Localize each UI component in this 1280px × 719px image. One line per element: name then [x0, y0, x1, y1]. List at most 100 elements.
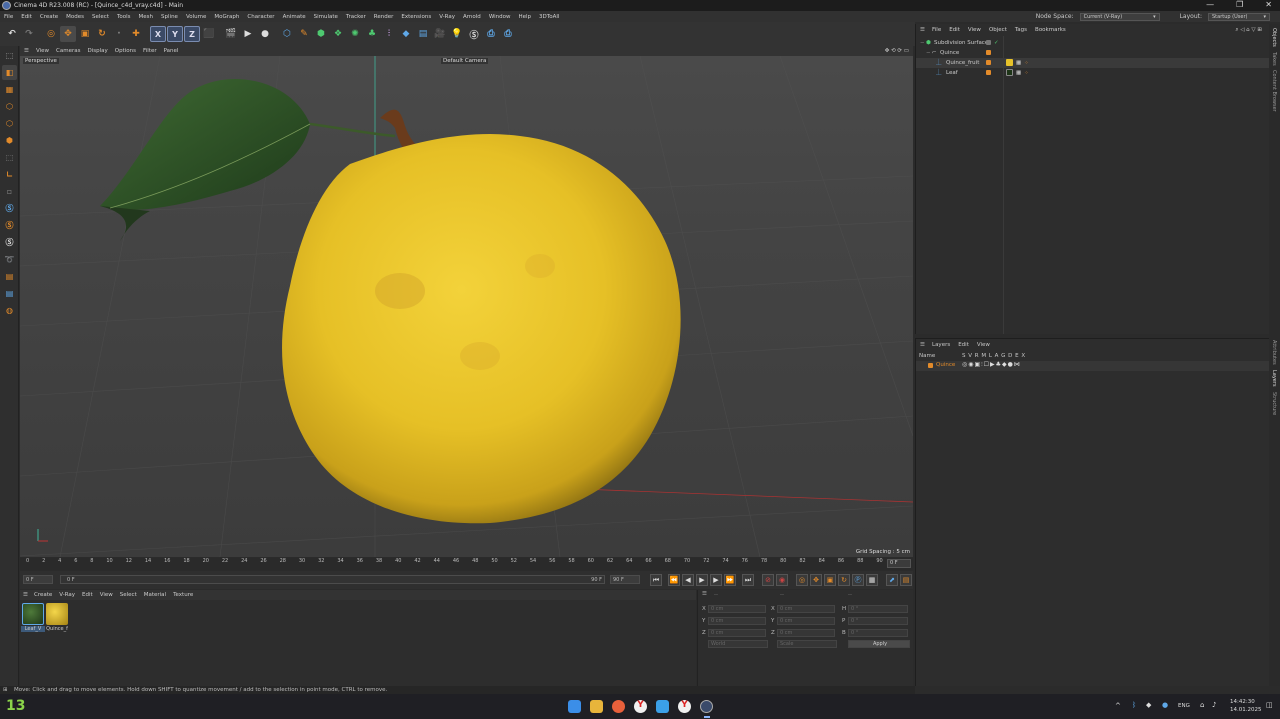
tray-overflow-icon[interactable]: ^	[1115, 702, 1121, 710]
viewport-menu-view[interactable]: View	[36, 48, 49, 54]
tray-app-icon[interactable]: ◆	[1146, 701, 1151, 709]
object-row-quince[interactable]: − ⌐ Quince	[916, 48, 1270, 58]
tray-cloud-icon[interactable]: ●	[1162, 701, 1168, 709]
menu-mesh[interactable]: Mesh	[135, 14, 157, 20]
menu-help[interactable]: Help	[515, 14, 536, 20]
play-icon[interactable]: ▶	[696, 574, 708, 586]
enabled-check-icon[interactable]: ✓	[994, 38, 999, 48]
select-tool-icon[interactable]: ◎	[43, 26, 59, 42]
clock-time[interactable]: 14:42:30	[1230, 699, 1255, 705]
layer-color-swatch[interactable]	[986, 50, 991, 55]
layer-menu-view[interactable]: View	[977, 342, 990, 348]
node-space-dropdown[interactable]: Current (V-Ray) ▾	[1079, 12, 1160, 21]
expand-icon[interactable]: −	[926, 48, 931, 58]
model-mode-icon[interactable]: ◧	[2, 65, 17, 80]
coord-options-icon[interactable]: ☰	[702, 591, 707, 597]
material-options-icon[interactable]: ☰	[23, 592, 28, 598]
scale-tool-icon[interactable]: ▣	[77, 26, 93, 42]
object-search-icons[interactable]: ⌕ ◁ ⌂ ▽ ⊞	[1235, 27, 1262, 34]
windows-start-icon[interactable]	[568, 700, 581, 713]
tab-content-browser[interactable]: Content Browser	[1271, 70, 1277, 112]
tab-takes[interactable]: Takes	[1271, 52, 1277, 66]
rotation-h-field[interactable]: 0 °	[848, 605, 908, 613]
network-icon[interactable]: ⌂	[1200, 701, 1204, 709]
menu-tracker[interactable]: Tracker	[342, 14, 370, 20]
material-menu-view[interactable]: View	[100, 592, 113, 598]
material-leaf-swatch[interactable]	[22, 603, 44, 625]
bend-deformer-icon[interactable]: ⫶	[381, 26, 397, 42]
layer-options-icon[interactable]: ☰	[920, 342, 925, 348]
position-y-field[interactable]: 0 cm	[708, 617, 766, 625]
rotate-tool-icon[interactable]: ↻	[94, 26, 110, 42]
key-position-icon[interactable]: ✥	[810, 574, 822, 586]
uvw-tag-icon[interactable]: ▦	[1016, 58, 1021, 68]
timeline-window-icon[interactable]: ▤	[900, 574, 912, 586]
make-editable-icon[interactable]: ⬚	[2, 48, 17, 63]
key-pla-icon[interactable]: ▦	[866, 574, 878, 586]
viewport-menu-panel[interactable]: Panel	[164, 48, 179, 54]
magnet-icon[interactable]: ➰	[2, 252, 17, 267]
workplane-grid-icon[interactable]: ▤	[2, 269, 17, 284]
redo-icon[interactable]: ↷	[21, 26, 37, 42]
uv-mode-icon[interactable]: ⬚	[2, 150, 17, 165]
uvw-tag-icon[interactable]: ▦	[1016, 68, 1021, 78]
menu-tools[interactable]: Tools	[113, 14, 135, 20]
key-scale-icon[interactable]: ▣	[824, 574, 836, 586]
move-tool-icon[interactable]: ✥	[60, 26, 76, 42]
material-quince-label[interactable]: Quince_f	[45, 626, 69, 632]
browser-icon[interactable]	[612, 700, 625, 713]
vray-render-icon[interactable]: ⎙	[500, 26, 516, 42]
phong-tag-icon[interactable]: ⁘	[1024, 68, 1029, 78]
render-view-icon[interactable]: ▶	[240, 26, 256, 42]
layer-color-swatch[interactable]	[928, 363, 933, 368]
menu-window[interactable]: Window	[485, 14, 515, 20]
key-selection-icon[interactable]: ◎	[796, 574, 808, 586]
object-menu-object[interactable]: Object	[989, 27, 1007, 33]
menu-render[interactable]: Render	[370, 14, 398, 20]
polygons-mode-icon[interactable]: ⬢	[2, 133, 17, 148]
maximize-button[interactable]: ❐	[1236, 0, 1243, 9]
object-row-subdivision-surface[interactable]: − ⬢ Subdivision Surface ✓	[916, 38, 1270, 48]
layer-color-swatch[interactable]	[986, 70, 991, 75]
material-menu-select[interactable]: Select	[120, 592, 137, 598]
coord-scale-dropdown[interactable]: Scale	[777, 640, 837, 648]
material-menu-edit[interactable]: Edit	[82, 592, 93, 598]
object-row-leaf[interactable]: ⏊ Leaf ▦ ⁘	[916, 68, 1270, 78]
material-menu-material[interactable]: Material	[144, 592, 166, 598]
go-to-start-icon[interactable]: ⏮	[650, 574, 662, 586]
axis-mode-icon[interactable]: ∟	[2, 167, 17, 182]
menu-modes[interactable]: Modes	[62, 14, 88, 20]
edges-mode-icon[interactable]: ⬡	[2, 116, 17, 131]
floor-icon[interactable]: ◆	[398, 26, 414, 42]
workplane-icon[interactable]: Ⓢ	[2, 235, 17, 250]
menu-character[interactable]: Character	[243, 14, 278, 20]
menu-animate[interactable]: Animate	[279, 14, 310, 20]
viewport-camera-label[interactable]: Default Camera	[441, 58, 489, 64]
notifications-icon[interactable]: ◫	[1266, 701, 1273, 709]
menu-arnold[interactable]: Arnold	[459, 14, 485, 20]
previous-frame-icon[interactable]: ◀	[682, 574, 694, 586]
texture-mode-icon[interactable]: ▦	[2, 82, 17, 97]
close-button[interactable]: ✕	[1265, 0, 1272, 9]
expand-icon[interactable]: −	[920, 38, 925, 48]
coord-mode-dropdown[interactable]: World	[708, 640, 768, 648]
key-parameter-icon[interactable]: Ⓟ	[852, 574, 864, 586]
yandex-browser-icon[interactable]: Y	[634, 700, 647, 713]
tab-structure[interactable]: Structure	[1271, 392, 1277, 415]
object-menu-file[interactable]: File	[932, 27, 941, 33]
menu-volume[interactable]: Volume	[182, 14, 210, 20]
position-x-field[interactable]: 0 cm	[708, 605, 766, 613]
object-menu-view[interactable]: View	[968, 27, 981, 33]
size-z-field[interactable]: 0 cm	[777, 629, 835, 637]
menu-edit[interactable]: Edit	[17, 14, 36, 20]
clock-date[interactable]: 14.01.2025	[1230, 707, 1262, 713]
end-frame-field[interactable]: 90 F	[610, 575, 640, 584]
material-menu-create[interactable]: Create	[34, 592, 52, 598]
layer-row-quince[interactable]: Quince ◎◉▣⫶☐▶♣◆●⋈	[916, 361, 1270, 371]
object-menu-edit[interactable]: Edit	[949, 27, 960, 33]
size-x-field[interactable]: 0 cm	[777, 605, 835, 613]
messenger-icon[interactable]	[656, 700, 669, 713]
viewport-menu-display[interactable]: Display	[87, 48, 107, 54]
viewport-nav-icons[interactable]: ✥ ⟲ ⟳ ▭	[885, 48, 909, 54]
start-frame-field[interactable]: 0 F	[23, 575, 53, 584]
